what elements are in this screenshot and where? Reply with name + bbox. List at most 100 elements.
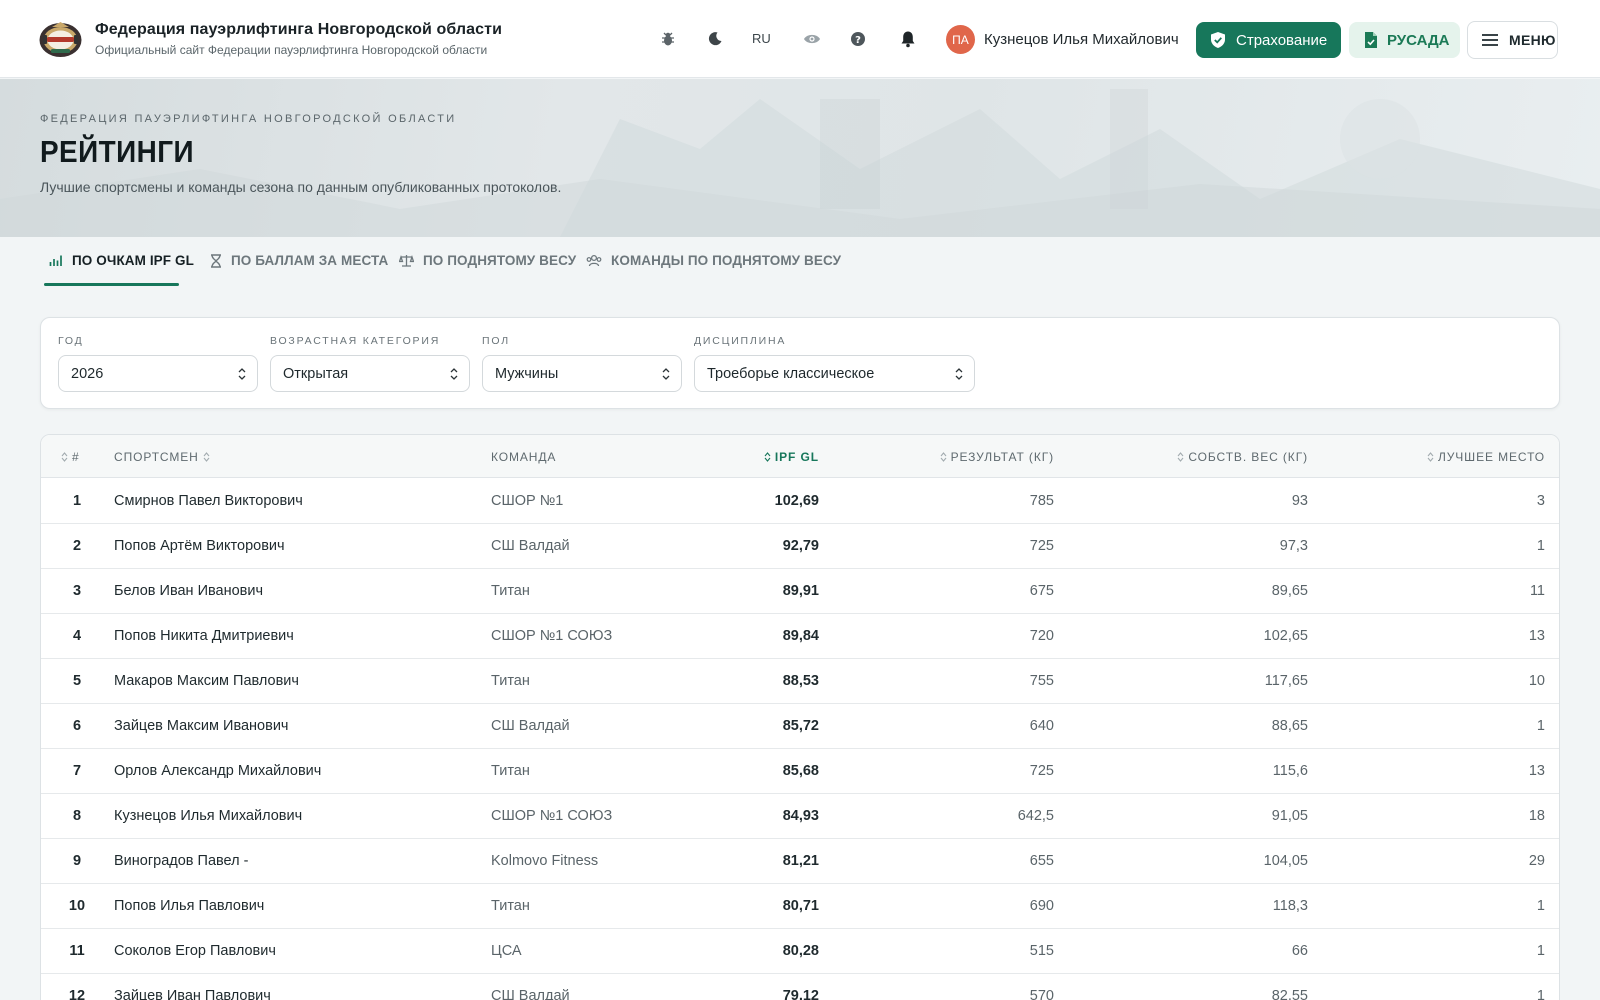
bell-icon[interactable] — [896, 27, 920, 51]
shield-check-icon — [1211, 32, 1225, 48]
cell-athlete[interactable]: Зайцев Максим Иванович — [114, 718, 288, 734]
cell-ipf-gl: 89,84 — [782, 628, 819, 644]
sort-icon — [61, 452, 68, 462]
avatar: ПА — [946, 25, 975, 54]
cell-ipf-gl: 85,68 — [782, 763, 819, 779]
cell-team: Kolmovo Fitness — [491, 853, 599, 869]
tab-place-points[interactable]: ПО БАЛЛАМ ЗА МЕСТА — [210, 253, 388, 268]
cell-athlete[interactable]: Белов Иван Иванович — [114, 583, 263, 599]
column-header-ipf-gl[interactable]: IPF GL — [760, 450, 819, 464]
cell-team: СШ Валдай — [491, 988, 570, 1000]
cell-bodyweight: 115,6 — [1272, 763, 1308, 779]
cell-rank: 12 — [68, 988, 86, 1000]
bug-report-icon[interactable] — [656, 27, 680, 51]
cell-athlete[interactable]: Макаров Максим Павлович — [114, 673, 299, 689]
cell-team: СШОР №1 СОЮЗ — [491, 628, 613, 644]
user-menu[interactable]: ПА Кузнецов Илья Михайлович — [946, 25, 1179, 54]
age-category-select[interactable]: Открытая — [270, 355, 470, 392]
column-header-label: IPF GL — [774, 450, 819, 464]
cell-bodyweight: 91,05 — [1271, 808, 1308, 824]
help-icon[interactable]: ? — [846, 27, 870, 51]
cell-team: ЦСА — [491, 943, 522, 959]
cell-rank: 10 — [68, 898, 86, 914]
tab-teams-lifted-weight[interactable]: КОМАНДЫ ПО ПОДНЯТОМУ ВЕСУ — [586, 253, 841, 268]
menu-button[interactable]: МЕНЮ — [1467, 21, 1558, 59]
table-row[interactable]: 9 Виноградов Павел - Kolmovo Fitness 81,… — [41, 839, 1559, 884]
federation-logo[interactable] — [38, 17, 83, 62]
sex-select[interactable]: Мужчины — [482, 355, 682, 392]
table-row[interactable]: 11 Соколов Егор Павлович ЦСА 80,28 515 6… — [41, 929, 1559, 974]
cell-athlete[interactable]: Попов Илья Павлович — [114, 898, 264, 914]
table-row[interactable]: 12 Зайцев Иван Павлович СШ Валдай 79,12 … — [41, 974, 1559, 1000]
top-bar: Федерация пауэрлифтинга Новгородской обл… — [0, 0, 1600, 78]
page-hero: ФЕДЕРАЦИЯ ПАУЭРЛИФТИНГА НОВГОРОДСКОЙ ОБЛ… — [0, 79, 1600, 237]
active-tab-indicator — [44, 283, 179, 286]
cell-result: 725 — [1029, 763, 1054, 779]
cell-best-place: 13 — [1528, 628, 1545, 644]
cell-rank: 2 — [72, 538, 82, 554]
cell-bodyweight: 97,3 — [1279, 538, 1308, 554]
cell-athlete[interactable]: Зайцев Иван Павлович — [114, 988, 271, 1000]
cell-athlete[interactable]: Соколов Егор Павлович — [114, 943, 276, 959]
chevron-up-down-icon — [955, 368, 963, 380]
sex-filter: ПОЛ Мужчины — [482, 335, 682, 392]
page-subtitle: Лучшие спортсмены и команды сезона по да… — [40, 179, 562, 195]
column-header-result[interactable]: РЕЗУЛЬТАТ (КГ) — [936, 450, 1054, 464]
eye-icon[interactable] — [800, 27, 824, 51]
table-row[interactable]: 7 Орлов Александр Михайлович Титан 85,68… — [41, 749, 1559, 794]
cell-athlete[interactable]: Попов Артём Викторович — [114, 538, 285, 554]
rusada-label: РУСАДА — [1387, 31, 1450, 49]
column-header-athlete[interactable]: СПОРТСМЕН — [114, 450, 214, 464]
tab-label: ПО ОЧКАМ IPF GL — [72, 253, 194, 268]
cell-team: СШ Валдай — [491, 538, 570, 554]
cell-ipf-gl: 80,71 — [782, 898, 819, 914]
column-header-best-place[interactable]: ЛУЧШЕЕ МЕСТО — [1423, 450, 1545, 464]
table-row[interactable]: 8 Кузнецов Илья Михайлович СШОР №1 СОЮЗ … — [41, 794, 1559, 839]
cell-athlete[interactable]: Виноградов Павел - — [114, 853, 248, 869]
cell-athlete[interactable]: Орлов Александр Михайлович — [114, 763, 321, 779]
cell-team: СШ Валдай — [491, 718, 570, 734]
cell-best-place: 13 — [1528, 763, 1545, 779]
cell-bodyweight: 66 — [1291, 943, 1308, 959]
sort-icon — [1177, 452, 1184, 462]
rusada-button[interactable]: РУСАДА — [1349, 22, 1460, 58]
table-row[interactable]: 5 Макаров Максим Павлович Титан 88,53 75… — [41, 659, 1559, 704]
cell-best-place: 1 — [1536, 898, 1545, 914]
brand[interactable]: Федерация пауэрлифтинга Новгородской обл… — [95, 21, 502, 57]
moon-icon[interactable] — [703, 27, 727, 51]
cell-athlete[interactable]: Смирнов Павел Викторович — [114, 493, 303, 509]
tab-lifted-weight[interactable]: ПО ПОДНЯТОМУ ВЕСУ — [399, 253, 576, 268]
column-header-rank[interactable]: # — [57, 450, 80, 464]
site-subtitle: Официальный сайт Федерации пауэрлифтинга… — [95, 43, 488, 57]
table-row[interactable]: 2 Попов Артём Викторович СШ Валдай 92,79… — [41, 524, 1559, 569]
cell-bodyweight: 117,65 — [1264, 673, 1308, 689]
column-header-bodyweight[interactable]: СОБСТВ. ВЕС (КГ) — [1173, 450, 1308, 464]
bar-chart-icon — [49, 255, 62, 266]
cell-bodyweight: 88,65 — [1271, 718, 1308, 734]
discipline-value: Троеборье классическое — [707, 365, 875, 382]
language-switch[interactable]: RU — [752, 31, 771, 46]
cell-best-place: 29 — [1528, 853, 1545, 869]
tab-label: ПО БАЛЛАМ ЗА МЕСТА — [231, 253, 389, 268]
chevron-up-down-icon — [450, 368, 458, 380]
cell-best-place: 11 — [1529, 583, 1545, 599]
tab-ipf-gl[interactable]: ПО ОЧКАМ IPF GL — [49, 253, 194, 268]
cell-team: Титан — [491, 898, 530, 914]
age-category-label: ВОЗРАСТНАЯ КАТЕГОРИЯ — [270, 335, 441, 347]
cell-result: 725 — [1029, 538, 1054, 554]
cell-athlete[interactable]: Кузнецов Илья Михайлович — [114, 808, 302, 824]
table-row[interactable]: 6 Зайцев Максим Иванович СШ Валдай 85,72… — [41, 704, 1559, 749]
cell-result: 640 — [1029, 718, 1054, 734]
discipline-select[interactable]: Троеборье классическое — [694, 355, 975, 392]
cell-athlete[interactable]: Попов Никита Дмитриевич — [114, 628, 294, 644]
table-row[interactable]: 4 Попов Никита Дмитриевич СШОР №1 СОЮЗ 8… — [41, 614, 1559, 659]
cell-rank: 9 — [72, 853, 82, 869]
cell-best-place: 10 — [1528, 673, 1545, 689]
table-row[interactable]: 3 Белов Иван Иванович Титан 89,91 675 89… — [41, 569, 1559, 614]
table-row[interactable]: 10 Попов Илья Павлович Титан 80,71 690 1… — [41, 884, 1559, 929]
insurance-button[interactable]: Страхование — [1196, 22, 1341, 58]
cell-result: 570 — [1029, 988, 1054, 1000]
year-select[interactable]: 2026 — [58, 355, 258, 392]
cell-ipf-gl: 89,91 — [782, 583, 819, 599]
table-row[interactable]: 1 Смирнов Павел Викторович СШОР №1 102,6… — [41, 479, 1559, 524]
